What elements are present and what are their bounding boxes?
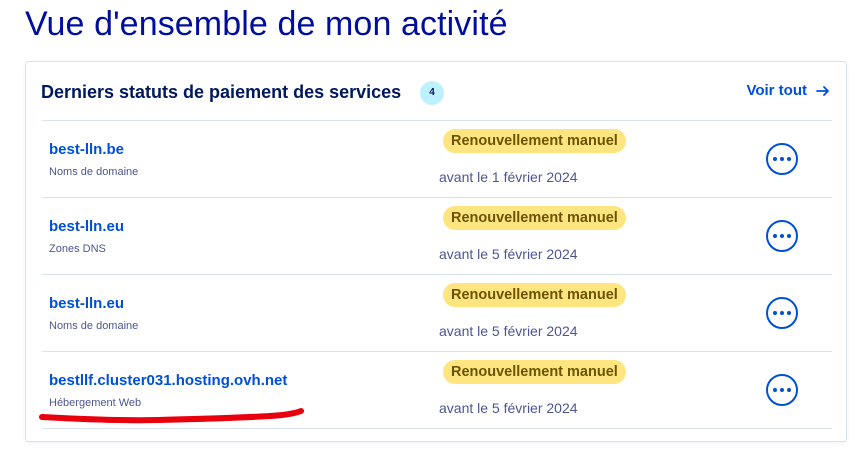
status-badge: Renouvellement manuel [443,283,626,307]
more-options-button[interactable] [766,143,798,175]
count-badge: 4 [420,81,444,105]
status-badge: Renouvellement manuel [443,360,626,384]
page-title: Vue d'ensemble de mon activité [25,5,508,43]
service-row: bestllf.cluster031.hosting.ovh.net Héber… [42,351,832,429]
service-name-link[interactable]: best-lln.eu [49,218,124,235]
due-date: avant le 5 février 2024 [439,246,578,262]
due-date: avant le 5 février 2024 [439,323,578,339]
due-date: avant le 1 février 2024 [439,169,578,185]
more-options-icon [773,388,777,392]
more-options-icon [773,157,777,161]
service-name-link[interactable]: bestllf.cluster031.hosting.ovh.net [49,372,287,389]
due-date: avant le 5 février 2024 [439,400,578,416]
card-header: Derniers statuts de paiement des service… [41,78,831,114]
more-options-button[interactable] [766,297,798,329]
more-options-icon [773,234,777,238]
dashboard-page: Vue d'ensemble de mon activité Derniers … [0,0,868,455]
service-list: best-lln.be Noms de domaine Renouvelleme… [42,120,832,429]
more-options-icon [787,234,791,238]
more-options-button[interactable] [766,220,798,252]
more-options-icon [787,311,791,315]
see-all-link[interactable]: Voir tout [746,82,831,99]
more-options-icon [787,388,791,392]
service-type: Hébergement Web [49,397,142,409]
service-row: best-lln.be Noms de domaine Renouvelleme… [42,120,832,197]
card-title: Derniers statuts de paiement des service… [41,82,402,102]
service-row: best-lln.eu Zones DNS Renouvellement man… [42,197,832,274]
status-badge: Renouvellement manuel [443,129,626,153]
more-options-icon [780,157,784,161]
status-badge: Renouvellement manuel [443,206,626,230]
service-type: Zones DNS [49,243,106,255]
more-options-icon [780,234,784,238]
service-name-link[interactable]: best-lln.be [49,141,124,158]
more-options-icon [787,157,791,161]
more-options-icon [773,311,777,315]
arrow-right-icon [816,85,829,96]
service-name-link[interactable]: best-lln.eu [49,295,124,312]
service-row: best-lln.eu Noms de domaine Renouvelleme… [42,274,832,351]
more-options-icon [780,388,784,392]
more-options-button[interactable] [766,374,798,406]
see-all-label: Voir tout [746,82,807,99]
service-type: Noms de domaine [49,320,139,332]
service-type: Noms de domaine [49,166,139,178]
payment-status-card: Derniers statuts de paiement des service… [25,61,847,442]
more-options-icon [780,311,784,315]
